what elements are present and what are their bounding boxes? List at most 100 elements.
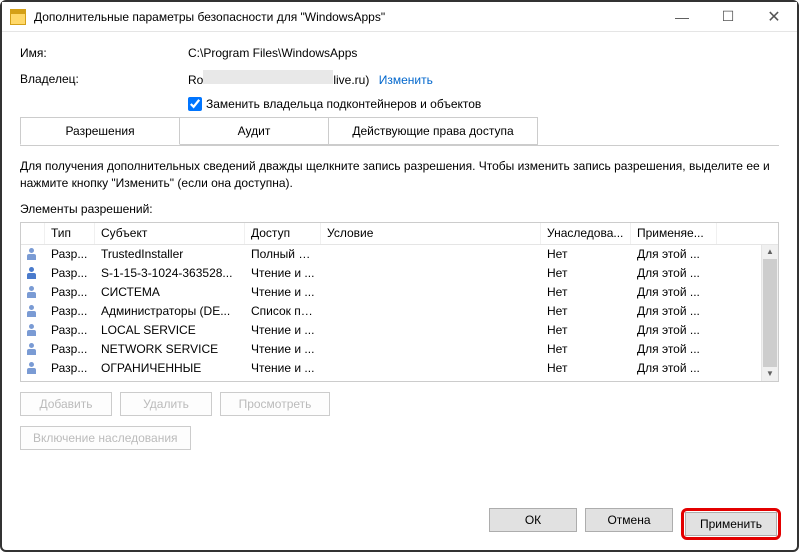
- scroll-up-icon[interactable]: ▲: [762, 245, 778, 259]
- tab-audit[interactable]: Аудит: [179, 117, 329, 145]
- cell-type: Разр...: [45, 285, 95, 299]
- cell-applies: Для этой ...: [631, 285, 717, 299]
- name-label: Имя:: [20, 46, 188, 60]
- owner-redacted: [203, 70, 333, 84]
- cell-applies: Для этой ...: [631, 247, 717, 261]
- principal-icon: [27, 267, 39, 279]
- cell-subject: S-1-15-3-1024-363528...: [95, 266, 245, 280]
- list-header: Тип Субъект Доступ Условие Унаследова...…: [21, 223, 778, 245]
- cell-access: Чтение и ...: [245, 342, 321, 356]
- cell-applies: Для этой ...: [631, 361, 717, 375]
- add-button[interactable]: Добавить: [20, 392, 112, 416]
- cell-applies: Для этой ...: [631, 342, 717, 356]
- maximize-button[interactable]: ☐: [705, 2, 751, 31]
- footer-buttons: ОК Отмена Применить: [489, 508, 781, 540]
- cell-access: Полный д...: [245, 247, 321, 261]
- principal-icon: [27, 305, 39, 317]
- content-area: Имя: C:\Program Files\WindowsApps Владел…: [2, 32, 797, 460]
- owner-suffix: live.ru): [333, 73, 369, 87]
- replace-owner-label: Заменить владельца подконтейнеров и объе…: [206, 97, 481, 111]
- col-applies[interactable]: Применяе...: [631, 223, 717, 244]
- permission-buttons: Добавить Удалить Просмотреть: [20, 392, 779, 416]
- principal-icon: [27, 324, 39, 336]
- close-button[interactable]: ✕: [751, 2, 797, 31]
- apply-highlight: Применить: [681, 508, 781, 540]
- tabs: Разрешения Аудит Действующие права досту…: [20, 117, 779, 146]
- col-condition[interactable]: Условие: [321, 223, 541, 244]
- table-row[interactable]: Разр...LOCAL SERVICEЧтение и ... НетДля э…: [21, 321, 778, 340]
- cell-type: Разр...: [45, 247, 95, 261]
- apply-button[interactable]: Применить: [685, 512, 777, 536]
- replace-owner-row: Заменить владельца подконтейнеров и объе…: [188, 97, 779, 111]
- cell-access: Чтение и ...: [245, 285, 321, 299]
- table-row[interactable]: Разр...СИСТЕМАЧтение и ... НетДля этой ..…: [21, 283, 778, 302]
- cell-subject: TrustedInstaller: [95, 247, 245, 261]
- folder-icon: [10, 9, 26, 25]
- owner-prefix: Ro: [188, 73, 203, 87]
- cancel-button[interactable]: Отмена: [585, 508, 673, 532]
- cell-inherited: Нет: [541, 304, 631, 318]
- cell-type: Разр...: [45, 342, 95, 356]
- cell-access: Чтение и ...: [245, 323, 321, 337]
- principal-icon: [27, 343, 39, 355]
- principal-icon: [27, 286, 39, 298]
- cell-type: Разр...: [45, 323, 95, 337]
- rows-container: Разр...TrustedInstallerПолный д...НетДля…: [21, 245, 778, 378]
- cell-subject: ОГРАНИЧЕННЫЕ: [95, 361, 245, 375]
- cell-subject: Администраторы (DE...: [95, 304, 245, 318]
- elements-label: Элементы разрешений:: [20, 202, 779, 216]
- table-row[interactable]: Разр...TrustedInstallerПолный д... НетДля…: [21, 245, 778, 264]
- cell-type: Разр...: [45, 304, 95, 318]
- table-row[interactable]: Разр...NETWORK SERVICEЧтение и ...НетДля…: [21, 340, 778, 359]
- window-title: Дополнительные параметры безопасности дл…: [34, 10, 385, 24]
- col-type[interactable]: Тип: [45, 223, 95, 244]
- scrollbar[interactable]: ▲ ▼: [761, 245, 778, 381]
- scroll-thumb[interactable]: [763, 259, 777, 367]
- scroll-down-icon[interactable]: ▼: [762, 367, 778, 381]
- cell-inherited: Нет: [541, 323, 631, 337]
- table-row[interactable]: Разр...S-1-15-3-1024-363528...Чтение и .…: [21, 264, 778, 283]
- cell-applies: Для этой ...: [631, 304, 717, 318]
- view-button[interactable]: Просмотреть: [220, 392, 330, 416]
- permissions-list: Тип Субъект Доступ Условие Унаследова...…: [20, 222, 779, 382]
- instructions-text: Для получения дополнительных сведений дв…: [20, 158, 779, 192]
- name-value: C:\Program Files\WindowsApps: [188, 46, 357, 60]
- col-icon: [21, 223, 45, 244]
- tab-effective-access[interactable]: Действующие права доступа: [328, 117, 538, 145]
- window-buttons: — ☐ ✕: [659, 2, 797, 31]
- change-owner-link[interactable]: Изменить: [379, 73, 433, 87]
- enable-inheritance-button[interactable]: Включение наследования: [20, 426, 191, 450]
- cell-subject: LOCAL SERVICE: [95, 323, 245, 337]
- cell-inherited: Нет: [541, 247, 631, 261]
- cell-applies: Для этой ...: [631, 266, 717, 280]
- minimize-button[interactable]: —: [659, 2, 705, 31]
- table-row[interactable]: Разр...ОГРАНИЧЕННЫЕЧтение и ... НетДля эт…: [21, 359, 778, 378]
- principal-icon: [27, 248, 39, 260]
- cell-access: Чтение и ...: [245, 266, 321, 280]
- col-subject[interactable]: Субъект: [95, 223, 245, 244]
- cell-type: Разр...: [45, 266, 95, 280]
- ok-button[interactable]: ОК: [489, 508, 577, 532]
- cell-inherited: Нет: [541, 285, 631, 299]
- cell-type: Разр...: [45, 361, 95, 375]
- cell-inherited: Нет: [541, 361, 631, 375]
- tab-permissions[interactable]: Разрешения: [20, 117, 180, 145]
- name-row: Имя: C:\Program Files\WindowsApps: [20, 46, 779, 60]
- cell-access: Чтение и ...: [245, 361, 321, 375]
- owner-value: Ro live.ru) Изменить: [188, 70, 433, 87]
- owner-row: Владелец: Ro live.ru) Изменить: [20, 70, 779, 87]
- titlebar: Дополнительные параметры безопасности дл…: [2, 2, 797, 32]
- replace-owner-input[interactable]: [188, 97, 202, 111]
- cell-inherited: Нет: [541, 266, 631, 280]
- col-inherited[interactable]: Унаследова...: [541, 223, 631, 244]
- owner-label: Владелец:: [20, 72, 188, 86]
- principal-icon: [27, 362, 39, 374]
- cell-subject: СИСТЕМА: [95, 285, 245, 299]
- inherit-buttons: Включение наследования: [20, 426, 779, 450]
- cell-subject: NETWORK SERVICE: [95, 342, 245, 356]
- cell-applies: Для этой ...: [631, 323, 717, 337]
- replace-owner-checkbox[interactable]: Заменить владельца подконтейнеров и объе…: [188, 97, 481, 111]
- remove-button[interactable]: Удалить: [120, 392, 212, 416]
- col-access[interactable]: Доступ: [245, 223, 321, 244]
- table-row[interactable]: Разр...Администраторы (DE...Список па...…: [21, 302, 778, 321]
